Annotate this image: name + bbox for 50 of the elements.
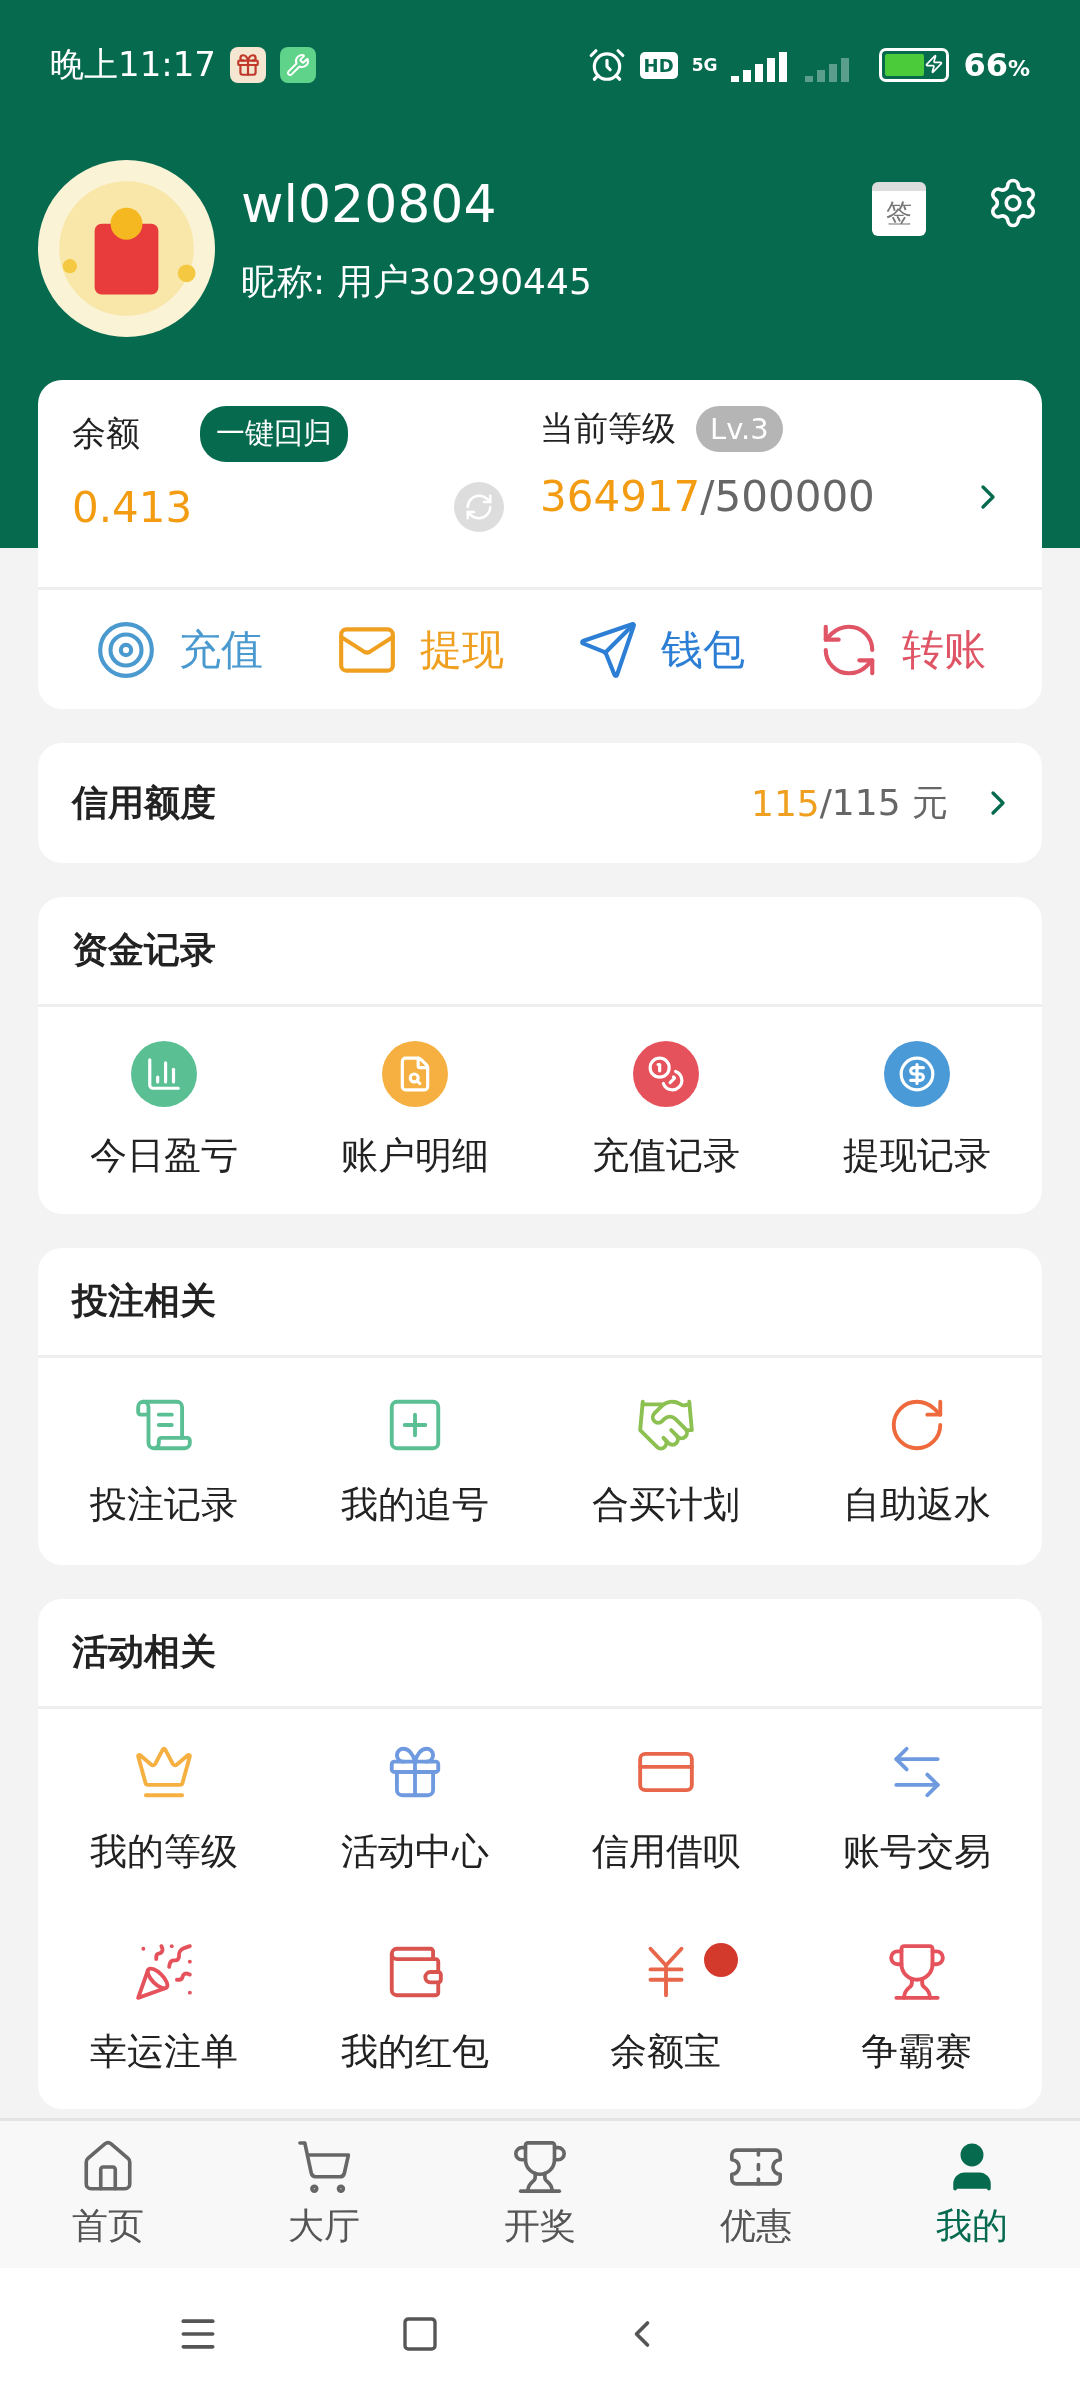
sign-in-button[interactable]: 签 bbox=[872, 182, 926, 236]
menu-item[interactable]: 投注记录 bbox=[38, 1358, 289, 1565]
tab[interactable]: 我的 bbox=[864, 2121, 1080, 2268]
credit-total: /115 元 bbox=[819, 780, 948, 825]
action-button[interactable]: 钱包 bbox=[540, 617, 781, 682]
menu-item[interactable]: 自助返水 bbox=[791, 1358, 1042, 1565]
cart-icon bbox=[295, 2138, 353, 2196]
menu-item[interactable]: 幸运注单 bbox=[38, 1909, 289, 2109]
refresh-icon bbox=[464, 492, 494, 522]
username: wl020804 bbox=[241, 174, 498, 234]
nickname: 昵称: 用户30290445 bbox=[241, 260, 593, 304]
tab[interactable]: 优惠 bbox=[648, 2121, 864, 2268]
return-button[interactable]: 一键回归 bbox=[200, 406, 348, 462]
menu-item[interactable]: 账户明细 bbox=[289, 1007, 540, 1214]
tab[interactable]: 大厅 bbox=[216, 2121, 432, 2268]
balance-label: 余额 bbox=[72, 412, 140, 455]
level-points-max: /500000 bbox=[700, 472, 875, 521]
trophy-icon bbox=[511, 2138, 569, 2196]
tab[interactable]: 开奖 bbox=[432, 2121, 648, 2268]
tab[interactable]: 首页 bbox=[0, 2121, 216, 2268]
menu-item[interactable]: 活动中心 bbox=[289, 1709, 540, 1909]
menu-item[interactable]: 今日盈亏 bbox=[38, 1007, 289, 1214]
status-time: 晚上11:17 bbox=[50, 43, 216, 86]
level-badge: Lv.3 bbox=[696, 406, 783, 452]
menu-item[interactable]: 提现记录 bbox=[791, 1007, 1042, 1214]
menu-item[interactable]: 合买计划 bbox=[540, 1358, 791, 1565]
menu-item[interactable]: 我的追号 bbox=[289, 1358, 540, 1565]
menu-item[interactable]: 账号交易 bbox=[791, 1709, 1042, 1909]
section-title: 投注相关 bbox=[72, 1279, 216, 1323]
balance-value: 0.413 bbox=[72, 482, 193, 532]
menu-item[interactable]: 我的等级 bbox=[38, 1709, 289, 1909]
credit-used: 115 bbox=[751, 782, 820, 824]
wrench-icon bbox=[280, 47, 316, 83]
menu-item[interactable]: 充值记录 bbox=[540, 1007, 791, 1214]
menu-item[interactable]: 信用借呗 bbox=[540, 1709, 791, 1909]
hd-badge: HD bbox=[639, 51, 678, 79]
credit-limit-row[interactable]: 信用额度 115/115 元 bbox=[38, 743, 1042, 863]
credit-label: 信用额度 bbox=[72, 780, 217, 825]
menu-item[interactable]: 我的红包 bbox=[289, 1909, 540, 2109]
section-title: 资金记录 bbox=[72, 928, 216, 972]
level-points: 364917 bbox=[540, 472, 701, 521]
section-title: 活动相关 bbox=[72, 1630, 216, 1674]
alarm-icon bbox=[587, 46, 626, 84]
menu-item[interactable]: 争霸赛 bbox=[791, 1909, 1042, 2109]
action-button[interactable]: 转账 bbox=[781, 617, 1022, 682]
network-type: 5G bbox=[691, 55, 718, 75]
battery-icon bbox=[879, 48, 950, 82]
battery-percent: 66% bbox=[963, 46, 1030, 84]
level-label: 当前等级 bbox=[540, 407, 676, 450]
menu-item[interactable]: 余额宝 bbox=[540, 1909, 791, 2109]
